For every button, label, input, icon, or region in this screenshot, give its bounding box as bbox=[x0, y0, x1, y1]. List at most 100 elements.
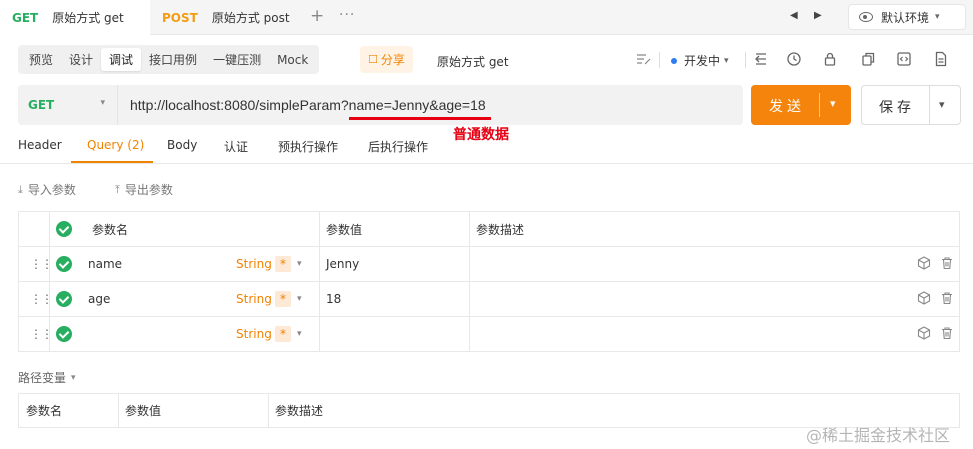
tab-body[interactable]: Body bbox=[167, 138, 197, 152]
status-dot bbox=[671, 57, 677, 64]
tab-method-get: GET bbox=[12, 10, 39, 25]
tab-post-request[interactable]: POST 原始方式 post bbox=[150, 0, 300, 35]
tab-get-request[interactable]: GET 原始方式 get bbox=[0, 0, 150, 35]
chevron-down-icon: ▾ bbox=[724, 55, 729, 66]
chevron-down-icon: ▾ bbox=[297, 329, 302, 339]
cube-icon[interactable] bbox=[917, 291, 931, 308]
share-label: 分享 bbox=[380, 53, 405, 67]
edit-icon[interactable] bbox=[635, 52, 651, 69]
api-name[interactable]: 原始方式 get bbox=[437, 53, 509, 70]
tab-header[interactable]: Header bbox=[18, 138, 62, 152]
tab-prev-icon[interactable]: ◀ bbox=[790, 10, 798, 21]
environment-select[interactable]: 默认环境 ▾ bbox=[848, 4, 966, 30]
tab-next-icon[interactable]: ▶ bbox=[814, 10, 822, 21]
collapse-icon[interactable] bbox=[753, 51, 769, 67]
copy-icon[interactable] bbox=[860, 51, 876, 67]
save-button[interactable]: 保存 ▾ bbox=[861, 85, 961, 125]
mode-test-cases[interactable]: 接口用例 bbox=[141, 48, 205, 71]
header-param-value: 参数值 bbox=[125, 404, 162, 418]
share-icon: ☐ bbox=[368, 53, 378, 66]
check-icon bbox=[56, 291, 72, 307]
url-input[interactable]: http://localhost:8080/simpleParam?name=J… bbox=[130, 97, 486, 113]
status-select[interactable]: 开发中 ▾ bbox=[671, 52, 729, 69]
history-icon[interactable] bbox=[786, 51, 802, 67]
trash-icon[interactable] bbox=[940, 256, 954, 273]
trash-icon[interactable] bbox=[940, 326, 954, 343]
row-checkbox[interactable] bbox=[56, 317, 72, 351]
required-toggle[interactable]: * ▾ bbox=[275, 247, 302, 281]
cube-icon[interactable] bbox=[917, 326, 931, 343]
tab-query-count: (2) bbox=[127, 138, 145, 152]
chevron-down-icon: ▾ bbox=[100, 98, 105, 108]
param-value-input[interactable]: 18 bbox=[326, 282, 341, 316]
param-type-select[interactable]: String bbox=[236, 317, 272, 351]
column-divider bbox=[319, 212, 320, 246]
chevron-down-icon[interactable]: ▾ bbox=[830, 97, 836, 110]
divider bbox=[929, 86, 930, 124]
divider bbox=[745, 52, 746, 68]
drag-handle-icon[interactable]: ⋮⋮ bbox=[30, 317, 53, 351]
mode-debug[interactable]: 调试 bbox=[101, 48, 142, 71]
check-icon bbox=[56, 221, 72, 237]
table-row: ⋮⋮ name String * ▾ Jenny bbox=[19, 247, 959, 282]
column-divider bbox=[469, 212, 470, 246]
row-checkbox[interactable] bbox=[56, 247, 72, 281]
param-name-input[interactable]: age bbox=[88, 282, 110, 316]
table-header-row: 参数名 参数值 参数描述 bbox=[19, 212, 959, 247]
path-variables-label: 路径变量 bbox=[18, 371, 67, 385]
column-divider bbox=[268, 394, 269, 427]
method-select[interactable]: GET ▾ bbox=[18, 85, 118, 125]
trash-icon[interactable] bbox=[940, 291, 954, 308]
column-divider bbox=[49, 212, 50, 246]
tab-auth[interactable]: 认证 bbox=[224, 138, 248, 155]
header-param-desc: 参数描述 bbox=[476, 222, 525, 237]
chevron-down-icon: ▾ bbox=[297, 259, 302, 269]
column-divider bbox=[469, 247, 470, 281]
method-label: GET bbox=[28, 98, 55, 112]
add-tab-button[interactable]: + bbox=[310, 6, 324, 26]
column-divider bbox=[319, 282, 320, 316]
param-name-input[interactable]: name bbox=[88, 247, 122, 281]
check-icon bbox=[56, 326, 72, 342]
chevron-down-icon: ▾ bbox=[935, 12, 940, 22]
lock-icon[interactable] bbox=[822, 51, 838, 67]
column-divider bbox=[469, 317, 470, 351]
drag-handle-icon[interactable]: ⋮⋮ bbox=[30, 282, 53, 316]
select-all-checkbox[interactable] bbox=[56, 212, 72, 246]
tab-post-script[interactable]: 后执行操作 bbox=[368, 138, 428, 155]
header-param-value: 参数值 bbox=[326, 222, 363, 237]
mode-preview[interactable]: 预览 bbox=[21, 48, 61, 71]
param-type-select[interactable]: String bbox=[236, 282, 272, 316]
tab-query[interactable]: Query (2) bbox=[87, 138, 144, 152]
export-params-button[interactable]: ⤒ 导出参数 bbox=[115, 181, 173, 198]
send-button[interactable]: 发送 ▾ bbox=[751, 85, 851, 125]
environment-label: 默认环境 bbox=[881, 10, 930, 25]
path-variables-toggle[interactable]: 路径变量 ▾ bbox=[18, 369, 76, 386]
tab-pre-script[interactable]: 预执行操作 bbox=[278, 138, 338, 155]
required-toggle[interactable]: * ▾ bbox=[275, 282, 302, 316]
chevron-down-icon[interactable]: ▾ bbox=[939, 98, 945, 111]
mode-design[interactable]: 设计 bbox=[61, 48, 101, 71]
code-icon[interactable] bbox=[896, 51, 912, 67]
chevron-down-icon: ▾ bbox=[71, 372, 76, 383]
row-checkbox[interactable] bbox=[56, 282, 72, 316]
mode-mock[interactable]: Mock bbox=[269, 48, 316, 71]
tab-method-post: POST bbox=[162, 10, 198, 25]
annotation-underline bbox=[349, 117, 491, 120]
cube-icon[interactable] bbox=[917, 256, 931, 273]
drag-handle-icon[interactable]: ⋮⋮ bbox=[30, 247, 53, 281]
required-toggle[interactable]: * ▾ bbox=[275, 317, 302, 351]
more-tabs-button[interactable]: ··· bbox=[339, 7, 355, 23]
import-params-button[interactable]: ⤓ 导入参数 bbox=[18, 181, 76, 198]
header-param-desc: 参数描述 bbox=[275, 404, 324, 418]
table-row: ⋮⋮ String * ▾ bbox=[19, 317, 959, 352]
mode-load-test[interactable]: 一键压测 bbox=[205, 48, 269, 71]
header-param-name: 参数名 bbox=[26, 404, 63, 418]
share-button[interactable]: ☐ 分享 bbox=[360, 46, 413, 73]
import-icon: ⤓ bbox=[18, 182, 23, 196]
param-type-select[interactable]: String bbox=[236, 247, 272, 281]
divider bbox=[819, 93, 820, 117]
document-icon[interactable] bbox=[933, 51, 949, 67]
param-value-input[interactable]: Jenny bbox=[326, 247, 359, 281]
required-star: * bbox=[275, 291, 291, 307]
